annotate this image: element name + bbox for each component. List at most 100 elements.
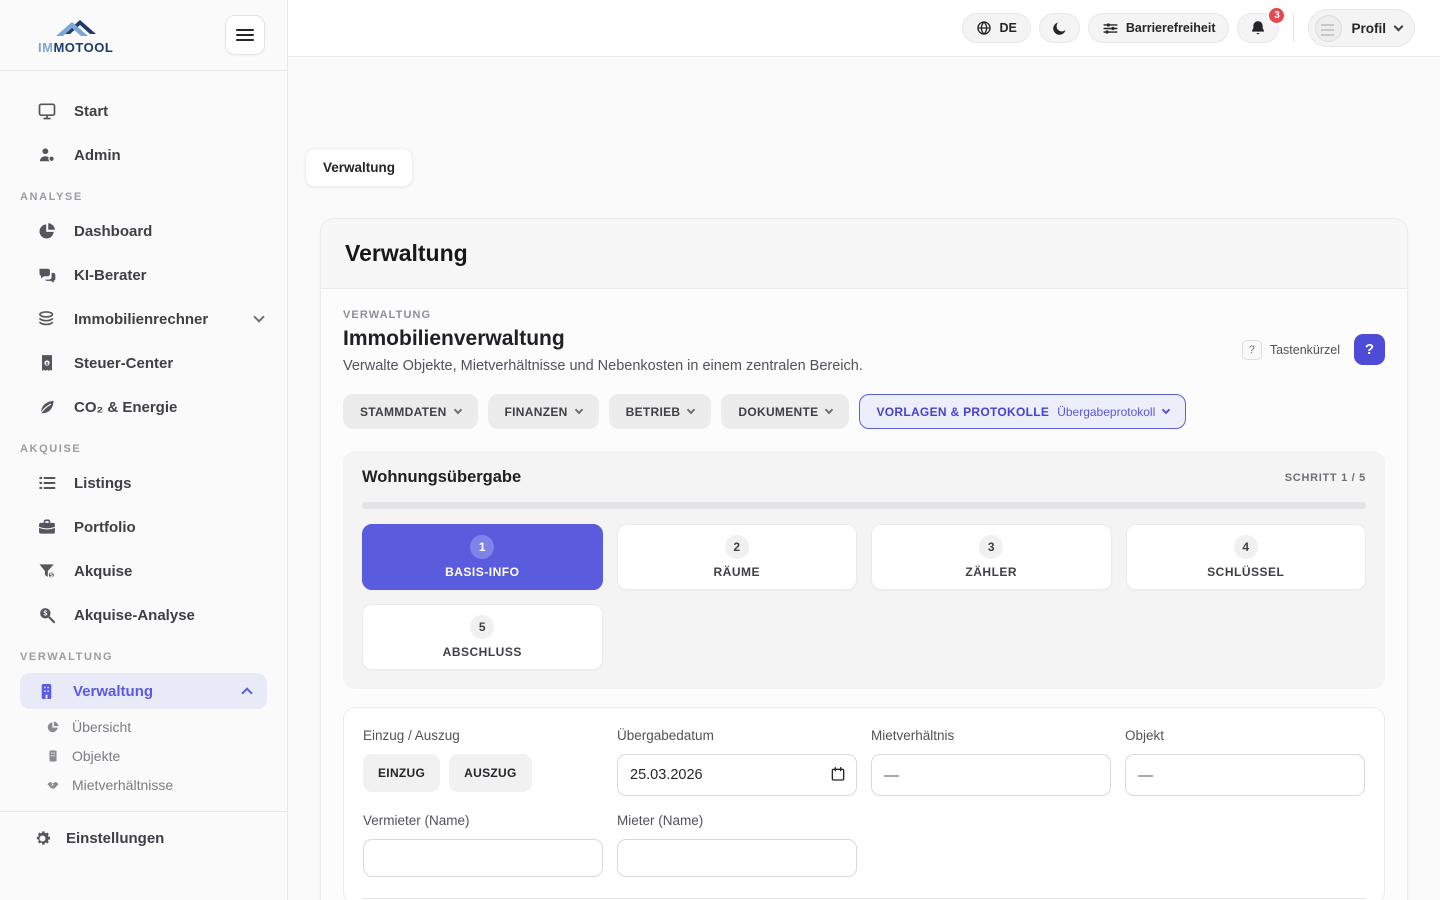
admin-user-icon bbox=[39, 148, 55, 163]
subitem-uebersicht[interactable]: Übersicht bbox=[46, 719, 287, 735]
main-content: Verwaltung Verwaltung VERWALTUNG Immobil… bbox=[288, 57, 1440, 900]
page-subtitle: Verwalte Objekte, Mietverhältnisse und N… bbox=[343, 358, 863, 374]
svg-text:$: $ bbox=[43, 610, 47, 618]
globe-icon bbox=[977, 21, 992, 35]
step-raeume[interactable]: 2 RÄUME bbox=[616, 524, 857, 590]
wizard-title: Wohnungsübergabe bbox=[362, 468, 522, 486]
sidebar-item-dashboard[interactable]: Dashboard bbox=[0, 209, 287, 253]
handover-date-input[interactable] bbox=[617, 754, 857, 796]
profile-button[interactable]: Profil bbox=[1308, 9, 1415, 47]
building-icon bbox=[49, 750, 57, 762]
handover-date-label: Übergabedatum bbox=[617, 728, 714, 743]
tenancy-label: Mietverhältnis bbox=[871, 728, 955, 743]
step-zaehler[interactable]: 3 ZÄHLER bbox=[871, 524, 1112, 590]
calendar-icon bbox=[831, 767, 845, 781]
tab-betrieb[interactable]: BETRIEB bbox=[608, 394, 712, 429]
sidebar-item-label: Einstellungen bbox=[66, 829, 165, 847]
language-label: DE bbox=[999, 21, 1017, 35]
shortcut-key-icon: ? bbox=[1241, 339, 1262, 360]
gear-icon bbox=[36, 830, 50, 845]
wizard-step-indicator: SCHRITT 1 / 5 bbox=[1284, 471, 1366, 484]
step-label: SCHLÜSSEL bbox=[1207, 565, 1285, 579]
subitem-objekte[interactable]: Objekte bbox=[46, 748, 287, 764]
sidebar-header: IMMOTOOL bbox=[0, 0, 287, 71]
sidebar-item-akquise[interactable]: $ Akquise bbox=[0, 549, 287, 593]
sidebar-item-label: Akquise bbox=[74, 562, 133, 580]
avatar bbox=[1315, 14, 1343, 42]
wizard-steps: 1 BASIS-INFO 2 RÄUME 3 ZÄHLER 4 SCHLÜSSE… bbox=[362, 524, 1366, 670]
sidebar-section-analyse: ANALYSE bbox=[20, 191, 83, 203]
step-abschluss[interactable]: 5 ABSCHLUSS bbox=[362, 604, 603, 670]
help-button[interactable]: ? bbox=[1354, 334, 1385, 365]
step-basis-info[interactable]: 1 BASIS-INFO bbox=[362, 524, 603, 590]
breadcrumb[interactable]: Verwaltung bbox=[305, 148, 414, 187]
sidebar-item-ki-berater[interactable]: KI-Berater bbox=[0, 253, 287, 297]
tenant-label: Mieter (Name) bbox=[617, 813, 704, 828]
sidebar-item-label: CO₂ & Energie bbox=[74, 398, 178, 416]
verwaltung-submenu: Übersicht Objekte Mietverhältnisse bbox=[0, 709, 287, 797]
step-number: 5 bbox=[470, 615, 495, 639]
tab-finanzen[interactable]: FINANZEN bbox=[487, 394, 599, 429]
basis-info-form: Einzug / Auszug EINZUG AUSZUG Übergabeda… bbox=[343, 707, 1385, 900]
subitem-label: Übersicht bbox=[72, 719, 132, 735]
coins-icon bbox=[39, 311, 54, 326]
pie-chart-icon bbox=[39, 223, 55, 239]
shortcut-label: Tastenkürzel bbox=[1269, 342, 1340, 357]
sidebar-item-einstellungen[interactable]: Einstellungen bbox=[0, 812, 287, 864]
accessibility-label: Barrierefreiheit bbox=[1125, 21, 1216, 35]
sidebar-item-portfolio[interactable]: Portfolio bbox=[0, 505, 287, 549]
landlord-name-input[interactable] bbox=[363, 839, 603, 877]
sidebar-item-label: Steuer-Center bbox=[74, 354, 174, 372]
step-label: BASIS-INFO bbox=[445, 565, 520, 579]
tab-stammdaten[interactable]: STAMMDATEN bbox=[343, 394, 478, 429]
subitem-label: Objekte bbox=[72, 748, 121, 764]
tab-dokumente[interactable]: DOKUMENTE bbox=[721, 394, 850, 429]
sidebar-item-co2-energie[interactable]: CO₂ & Energie bbox=[0, 385, 287, 429]
sidebar-item-akquise-analyse[interactable]: $ Akquise-Analyse bbox=[0, 593, 287, 637]
object-select[interactable]: — bbox=[1125, 754, 1365, 796]
language-button[interactable]: DE bbox=[962, 13, 1031, 43]
section-eyebrow: VERWALTUNG bbox=[343, 309, 432, 321]
immotool-logo[interactable]: IMMOTOOL bbox=[38, 16, 113, 55]
sidebar-item-start[interactable]: Start bbox=[0, 89, 287, 133]
step-label: ZÄHLER bbox=[965, 565, 1018, 579]
dark-mode-toggle[interactable] bbox=[1038, 13, 1080, 43]
sidebar-item-immobilienrechner[interactable]: Immobilienrechner bbox=[0, 297, 287, 341]
tab-sub-label: Übergabeprotokoll bbox=[1057, 404, 1156, 419]
hamburger-menu-button[interactable] bbox=[225, 15, 265, 55]
chevron-down-icon bbox=[1162, 405, 1171, 415]
sidebar-item-label: Admin bbox=[74, 146, 121, 164]
leaf-icon bbox=[40, 400, 54, 414]
chat-bubbles-icon bbox=[39, 268, 56, 283]
svg-text:s: s bbox=[45, 361, 48, 367]
step-number: 1 bbox=[470, 535, 495, 559]
list-icon bbox=[39, 476, 56, 490]
sidebar-item-admin[interactable]: Admin bbox=[0, 133, 287, 177]
notification-badge: 3 bbox=[1267, 6, 1287, 25]
step-schluessel[interactable]: 4 SCHLÜSSEL bbox=[1125, 524, 1366, 590]
wizard-progress-bar bbox=[362, 502, 1366, 509]
tab-vorlagen-protokolle[interactable]: VORLAGEN & PROTOKOLLE Übergabeprotokoll bbox=[859, 394, 1187, 429]
tenant-name-input[interactable] bbox=[617, 839, 857, 877]
sliders-icon bbox=[1103, 22, 1118, 34]
header-divider bbox=[1293, 14, 1295, 42]
accessibility-button[interactable]: Barrierefreiheit bbox=[1087, 13, 1230, 43]
logo-wordmark: IMMOTOOL bbox=[38, 39, 114, 55]
chevron-up-icon bbox=[241, 687, 253, 699]
chevron-down-icon bbox=[825, 405, 834, 415]
subitem-mietverhaeltnisse[interactable]: Mietverhältnisse bbox=[46, 777, 287, 793]
sidebar-item-label: Start bbox=[74, 102, 109, 120]
object-label: Objekt bbox=[1125, 728, 1165, 743]
handshake-icon bbox=[47, 781, 59, 789]
auszug-button[interactable]: AUSZUG bbox=[449, 754, 532, 792]
tenancy-select[interactable]: — bbox=[871, 754, 1111, 796]
search-dollar-icon: $ bbox=[40, 608, 56, 624]
sidebar-item-listings[interactable]: Listings bbox=[0, 461, 287, 505]
sidebar-item-label: KI-Berater bbox=[74, 266, 147, 284]
sidebar-item-steuer-center[interactable]: s Steuer-Center bbox=[0, 341, 287, 385]
top-bar: DE Barrierefreiheit 3 Profil bbox=[288, 0, 1440, 57]
einzug-button[interactable]: EINZUG bbox=[363, 754, 441, 792]
wizard-panel: Wohnungsübergabe SCHRITT 1 / 5 1 BASIS-I… bbox=[343, 451, 1385, 689]
sidebar-item-verwaltung[interactable]: Verwaltung bbox=[20, 673, 267, 709]
pie-chart-icon bbox=[47, 721, 59, 733]
